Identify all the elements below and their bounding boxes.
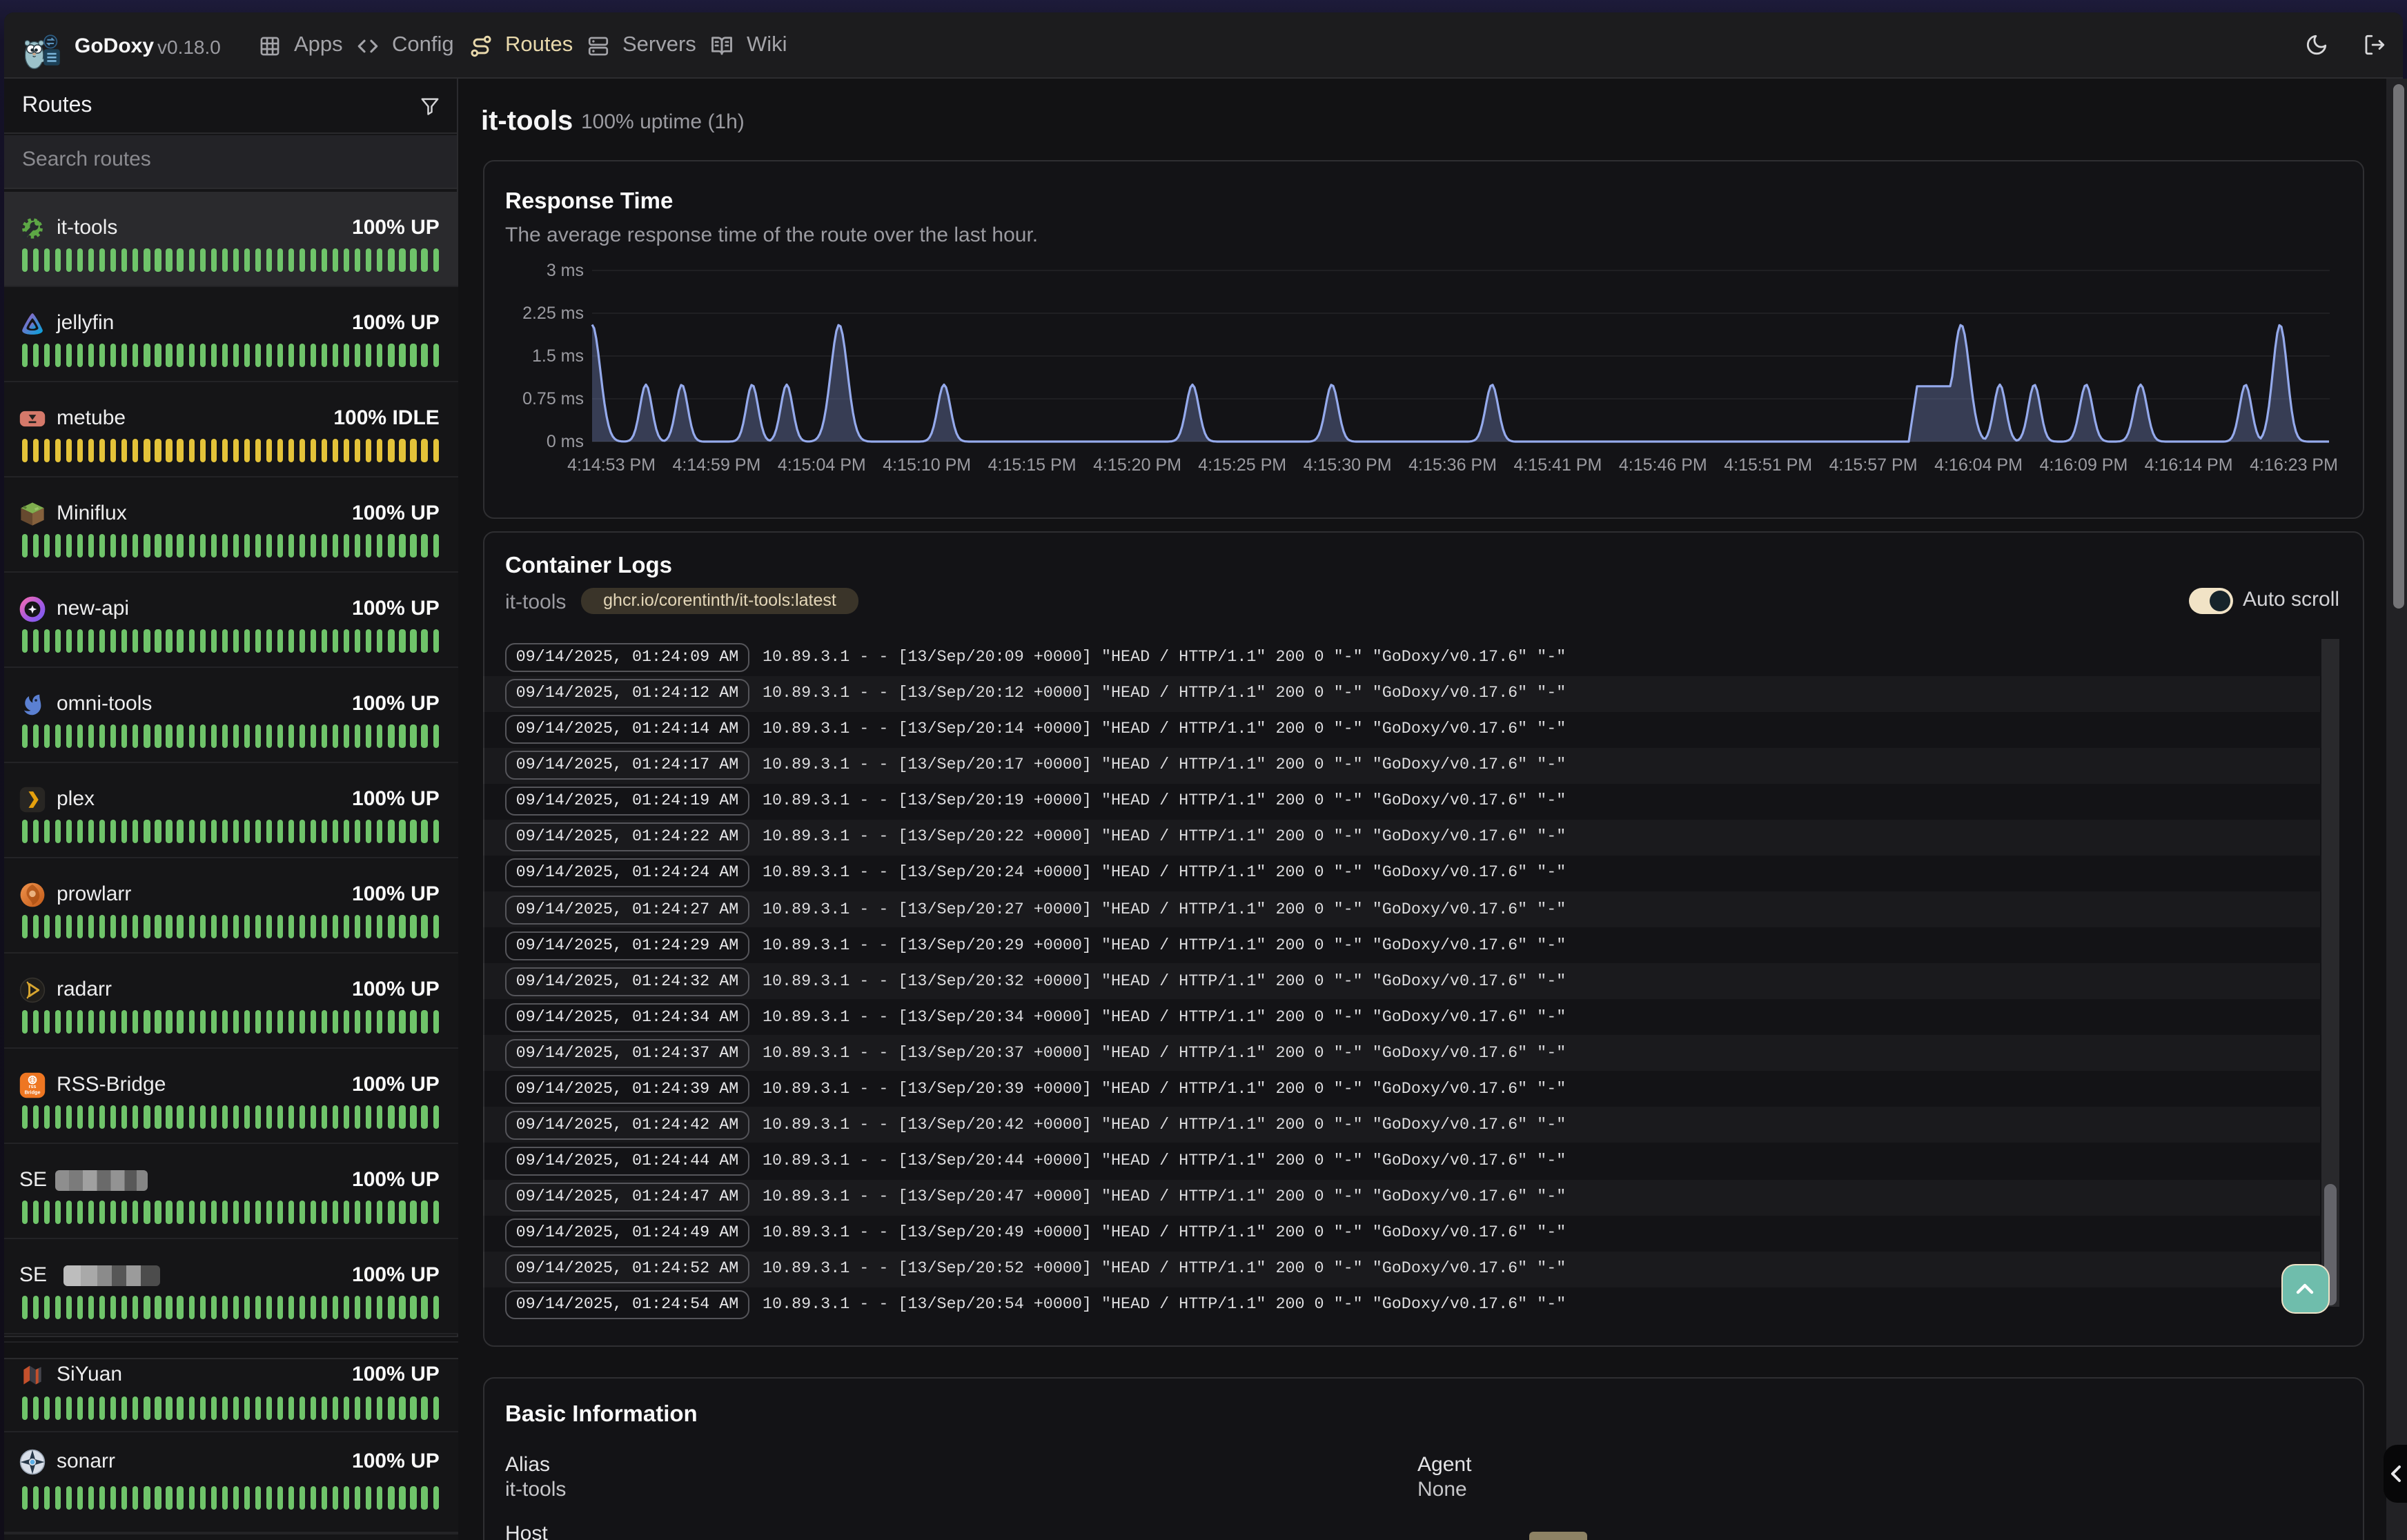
svg-text:Bridge: Bridge [25, 1088, 41, 1094]
